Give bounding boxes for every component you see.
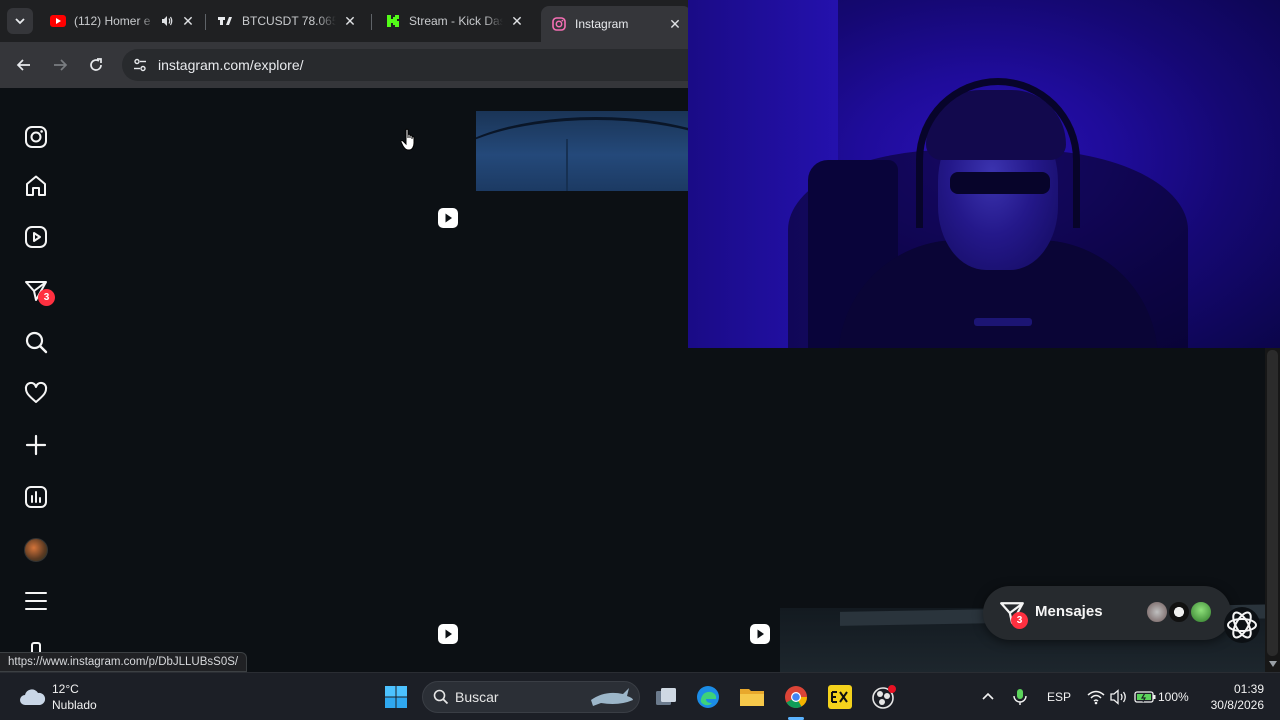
meta-ai-icon[interactable] xyxy=(1223,606,1261,644)
close-tab-icon[interactable]: ✕ xyxy=(509,13,525,29)
tab-title: (112) Homer e xyxy=(74,14,151,28)
webcam-detail xyxy=(974,318,1032,326)
tab-search-button[interactable] xyxy=(7,8,33,34)
tab-kick[interactable]: Stream - Kick Das ✕ xyxy=(375,6,533,36)
webcam-overlay xyxy=(688,0,1280,348)
plus-icon[interactable] xyxy=(22,431,50,459)
microphone-button[interactable] xyxy=(1004,681,1036,713)
instagram-logo-icon[interactable] xyxy=(22,123,50,151)
close-tab-icon[interactable]: ✕ xyxy=(342,13,358,29)
edge-button[interactable] xyxy=(692,681,724,713)
heart-icon[interactable] xyxy=(22,379,50,407)
tab-youtube[interactable]: (112) Homer e ✕ xyxy=(40,6,204,36)
arrow-right-icon xyxy=(54,59,68,71)
tab-separator xyxy=(371,14,372,30)
scroll-down-arrow-icon[interactable] xyxy=(1266,658,1280,670)
chrome-icon xyxy=(785,686,807,708)
scrollbar-thumb[interactable] xyxy=(1267,350,1278,656)
volume-icon xyxy=(1110,689,1126,705)
forward-button[interactable] xyxy=(45,50,75,80)
exness-button[interactable] xyxy=(824,681,856,713)
webcam-person xyxy=(916,78,1080,228)
clock-time: 01:39 xyxy=(1233,682,1264,696)
folder-icon xyxy=(740,689,764,706)
weather-condition: Nublado xyxy=(52,698,97,712)
hand-cursor-icon xyxy=(400,128,415,151)
youtube-icon xyxy=(50,13,66,29)
chrome-button[interactable] xyxy=(780,681,812,713)
profile-avatar[interactable] xyxy=(24,538,48,562)
avatar xyxy=(1189,600,1213,624)
clock[interactable]: 01:39 30/8/2026 xyxy=(1200,681,1264,713)
task-view-icon xyxy=(656,688,676,705)
clock-date: 30/8/2026 xyxy=(1210,698,1264,712)
obs-button[interactable] xyxy=(868,681,900,713)
file-explorer-button[interactable] xyxy=(736,681,768,713)
messages-widget[interactable]: 3 Mensajes xyxy=(983,586,1231,640)
tab-title: Instagram xyxy=(575,17,629,31)
weather-temp: 12°C xyxy=(52,682,79,696)
address-url[interactable]: instagram.com/explore/ xyxy=(158,57,304,73)
messages-badge: 3 xyxy=(1011,612,1028,629)
messages-badge: 3 xyxy=(38,289,55,306)
reel-play-icon[interactable] xyxy=(437,207,459,229)
tab-title: BTCUSDT 78.065,2 xyxy=(242,14,336,28)
obs-icon xyxy=(872,685,896,709)
microphone-icon xyxy=(1013,689,1027,705)
search-icon[interactable] xyxy=(22,328,50,356)
reels-icon[interactable] xyxy=(22,223,50,251)
message-avatars xyxy=(1145,600,1215,624)
reel-play-icon[interactable] xyxy=(749,623,771,645)
taskbar-search[interactable]: Buscar xyxy=(422,681,640,713)
avatar xyxy=(1145,600,1169,624)
instagram-icon xyxy=(551,16,567,32)
menu-icon[interactable] xyxy=(22,587,50,615)
tab-tradingview[interactable]: BTCUSDT 78.065,2 ✕ xyxy=(208,6,366,36)
chevron-up-icon xyxy=(982,692,994,700)
reload-icon xyxy=(90,58,102,71)
thumbnail-detail xyxy=(566,139,568,191)
back-button[interactable] xyxy=(9,50,39,80)
windows-taskbar: 12°C Nublado Buscar ESP 100% 01:39 30/8/… xyxy=(0,672,1280,720)
weather-widget[interactable]: 12°C Nublado xyxy=(18,681,97,713)
edge-icon xyxy=(697,686,719,708)
close-tab-icon[interactable]: ✕ xyxy=(180,13,196,29)
start-button[interactable] xyxy=(380,681,412,713)
windows-icon xyxy=(385,686,407,708)
chevron-down-icon xyxy=(15,18,25,25)
kick-icon xyxy=(385,13,401,29)
shark-icon xyxy=(591,688,633,706)
battery-charging-icon xyxy=(1134,691,1156,703)
webcam-person xyxy=(950,172,1050,194)
avatar xyxy=(1167,600,1191,624)
dashboard-icon[interactable] xyxy=(22,483,50,511)
language-indicator[interactable]: ESP xyxy=(1047,690,1071,704)
exness-icon xyxy=(828,685,852,709)
tab-title: Stream - Kick Das xyxy=(409,14,503,28)
battery-percent: 100% xyxy=(1158,690,1189,704)
address-bar[interactable]: instagram.com/explore/ xyxy=(122,49,722,81)
explore-thumbnail[interactable] xyxy=(476,111,688,191)
reload-button[interactable] xyxy=(81,50,111,80)
arrow-left-icon xyxy=(16,59,30,71)
site-info-icon[interactable] xyxy=(124,49,156,81)
search-placeholder: Buscar xyxy=(455,689,499,705)
link-status-bubble: https://www.instagram.com/p/DbJLLUBsS0S/ xyxy=(0,652,248,672)
close-tab-icon[interactable]: ✕ xyxy=(667,16,683,32)
cloud-icon xyxy=(20,689,46,705)
tab-separator xyxy=(205,14,206,30)
show-hidden-icons-button[interactable] xyxy=(972,681,1004,713)
reel-play-icon[interactable] xyxy=(437,623,459,645)
search-icon xyxy=(433,689,449,705)
instagram-sidebar: 3 xyxy=(0,88,72,672)
tab-instagram[interactable]: Instagram ✕ xyxy=(541,6,691,42)
speaker-icon[interactable] xyxy=(160,14,174,28)
battery-button[interactable] xyxy=(1129,681,1161,713)
task-view-button[interactable] xyxy=(650,681,682,713)
home-icon[interactable] xyxy=(22,172,50,200)
tradingview-icon xyxy=(218,13,234,29)
thumbnail-detail xyxy=(476,117,688,191)
messages-label: Mensajes xyxy=(1035,603,1103,620)
